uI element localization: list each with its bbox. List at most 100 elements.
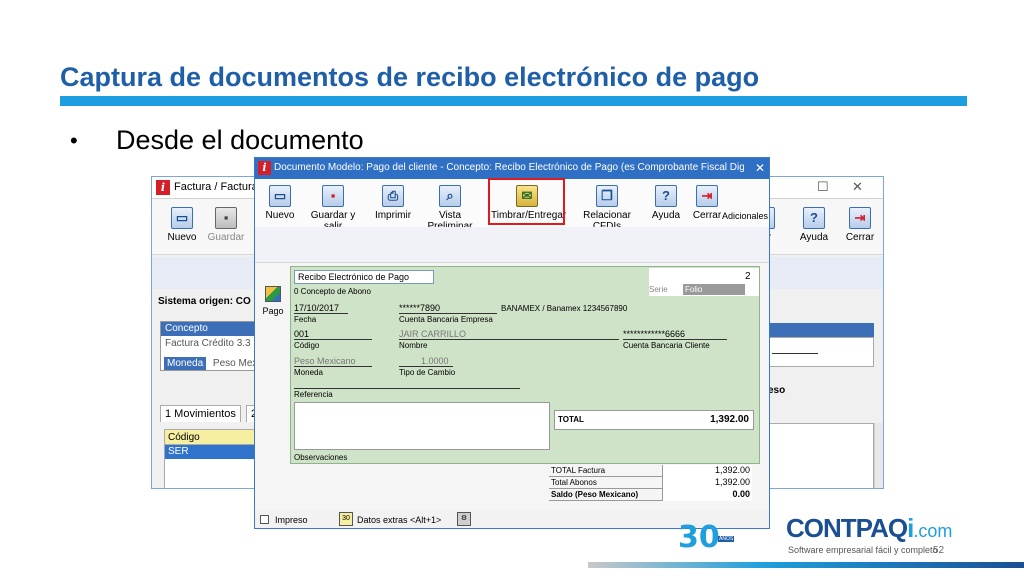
badge-small-text: AÑOS — [718, 536, 735, 542]
impreso-checkbox[interactable] — [260, 515, 269, 524]
bg-concepto-header: Concepto — [161, 322, 259, 336]
datos-extras-label[interactable]: Datos extras <Alt+1> — [357, 515, 441, 525]
tipo-cambio-label: Tipo de Cambio — [399, 368, 456, 377]
close-icon[interactable]: ✕ — [755, 161, 765, 175]
help-icon: ? — [803, 207, 825, 229]
bullet-text: Desde el documento — [116, 125, 364, 155]
cuenta-cliente-underline — [623, 339, 727, 340]
exit-icon: ⇥ — [696, 185, 718, 207]
codigo-label: Código — [294, 341, 320, 350]
help-icon: ? — [655, 185, 677, 207]
bg-moneda-field[interactable]: Moneda Peso Mexi — [164, 357, 260, 373]
bg-cerrar-button[interactable]: ⇥ Cerrar — [840, 207, 880, 243]
maximize-icon[interactable]: ☐ — [817, 179, 829, 195]
observaciones-textarea[interactable] — [294, 402, 550, 450]
bg-nuevo-button[interactable]: ▭ Nuevo — [164, 207, 200, 243]
bg-movements-grid: Código SER — [164, 429, 264, 488]
total-label: TOTAL — [558, 415, 584, 424]
referencia-label: Referencia — [294, 390, 333, 399]
moneda-label: Moneda — [294, 368, 323, 377]
dialog-info-band — [255, 227, 769, 263]
serie-label[interactable]: Serie — [649, 284, 681, 295]
bg-right-grid — [768, 423, 874, 488]
bg-scrollbar[interactable] — [874, 423, 883, 488]
cuenta-empresa-value[interactable]: ******7890 — [399, 303, 440, 313]
bg-guardar-button[interactable]: ▪ Guardar — [206, 207, 246, 243]
related-docs-icon: ❐ — [596, 185, 618, 207]
timbrar-highlight-box — [488, 178, 565, 225]
guardar-y-salir-button[interactable]: ▪ Guardar y salir — [303, 185, 363, 232]
close-icon[interactable]: ✕ — [852, 179, 863, 195]
summary-row-saldo: Saldo (Peso Mexicano) 0.00 — [549, 489, 752, 501]
tab-movimientos[interactable]: 1 Movimientos — [160, 405, 241, 422]
bg-right-line — [772, 353, 818, 354]
banamex-value: BANAMEX / Banamex 1234567890 — [501, 304, 628, 313]
cuenta-cliente-label: Cuenta Bancaria Cliente — [623, 341, 710, 350]
total-value: 1,392.00 — [710, 414, 749, 425]
bg-ayuda-button[interactable]: ? Ayuda — [794, 207, 834, 243]
fecha-underline — [294, 313, 348, 314]
impreso-label: Impreso — [275, 515, 308, 525]
app-logo-icon: i — [156, 180, 170, 195]
relacionar-cfdis-button[interactable]: ❐ Relacionar CFDIs — [571, 185, 643, 232]
dialog-title: Documento Modelo: Pago del cliente - Con… — [274, 162, 744, 173]
tipo-cambio-value[interactable]: 1.0000 — [421, 356, 449, 366]
fecha-value[interactable]: 17/10/2017 — [294, 303, 339, 313]
folio-label[interactable]: Folio — [683, 284, 745, 295]
folio-number: 2 — [745, 271, 751, 282]
side-pago[interactable]: Pago — [259, 286, 287, 316]
cuenta-empresa-underline — [399, 313, 497, 314]
preview-icon: ⌕ — [439, 185, 461, 207]
nombre-value[interactable]: JAIR CARRILLO — [399, 329, 466, 339]
attachments-icon[interactable]: ⚙ — [457, 512, 471, 526]
cuenta-cliente-value[interactable]: ************6666 — [623, 329, 685, 339]
bottom-accent-bar — [588, 562, 1024, 568]
bg-window-title: Factura / Factura — [174, 181, 258, 193]
referencia-underline — [294, 388, 520, 389]
brand-logo: CONTPAQi.com — [786, 513, 953, 543]
total-box: TOTAL 1,392.00 — [554, 410, 754, 430]
nombre-underline — [399, 339, 619, 340]
title-underline — [60, 96, 967, 106]
summary-row-total-factura: TOTAL Factura 1,392.00 — [549, 465, 752, 477]
cerrar-button[interactable]: ⇥ Cerrar — [691, 185, 723, 221]
exit-icon: ⇥ — [849, 207, 871, 229]
bg-moneda-label: Moneda — [164, 357, 207, 370]
vista-preliminar-button[interactable]: ⌕ Vista Preliminar — [417, 185, 483, 232]
print-icon: ⎙ — [382, 185, 404, 207]
new-document-icon: ▭ — [269, 185, 291, 207]
page-number: 52 — [933, 545, 945, 556]
new-document-icon: ▭ — [171, 207, 193, 229]
cuenta-empresa-label: Cuenta Bancaria Empresa — [399, 315, 493, 324]
datos-extras-icon[interactable]: 30 — [339, 512, 353, 526]
moneda-value[interactable]: Peso Mexicano — [294, 356, 356, 366]
badge-number: 30 — [678, 520, 720, 555]
bg-sistema-origen: Sistema origen: CO — [158, 296, 251, 307]
summary-row-total-abonos: Total Abonos 1,392.00 — [549, 477, 752, 489]
payment-form-panel: Recibo Electrónico de Pago 0 Concepto de… — [290, 266, 760, 464]
payment-icon — [265, 286, 281, 302]
bg-right-box — [768, 337, 874, 367]
nombre-label: Nombre — [399, 341, 428, 350]
codigo-underline — [294, 339, 372, 340]
dialog-titlebar: i Documento Modelo: Pago del cliente - C… — [255, 158, 769, 179]
concepto-input[interactable]: Recibo Electrónico de Pago — [294, 270, 434, 284]
moneda-underline — [294, 366, 372, 367]
adicionales-button[interactable]: Adicionales — [721, 211, 769, 221]
folio-area: 2 Serie Folio — [649, 268, 759, 296]
bg-eso-label: eso — [768, 385, 786, 396]
bg-concepto-value: Factura Crédito 3.3 — [165, 338, 251, 349]
app-logo-icon: i — [258, 161, 271, 175]
bullet-mark: • — [70, 128, 78, 153]
save-icon: ▪ — [215, 207, 237, 229]
payment-document-dialog: i Documento Modelo: Pago del cliente - C… — [254, 157, 770, 529]
nuevo-button[interactable]: ▭ Nuevo — [263, 185, 297, 221]
imprimir-button[interactable]: ⎙ Imprimir — [373, 185, 413, 221]
codigo-value[interactable]: 001 — [294, 329, 309, 339]
ayuda-button[interactable]: ? Ayuda — [649, 185, 683, 221]
save-exit-icon: ▪ — [322, 185, 344, 207]
table-row[interactable]: SER — [165, 445, 263, 459]
brand-tagline: Software empresarial fácil y completo — [788, 545, 938, 555]
slide-title: Captura de documentos de recibo electrón… — [60, 62, 760, 92]
fecha-label: Fecha — [294, 315, 317, 324]
